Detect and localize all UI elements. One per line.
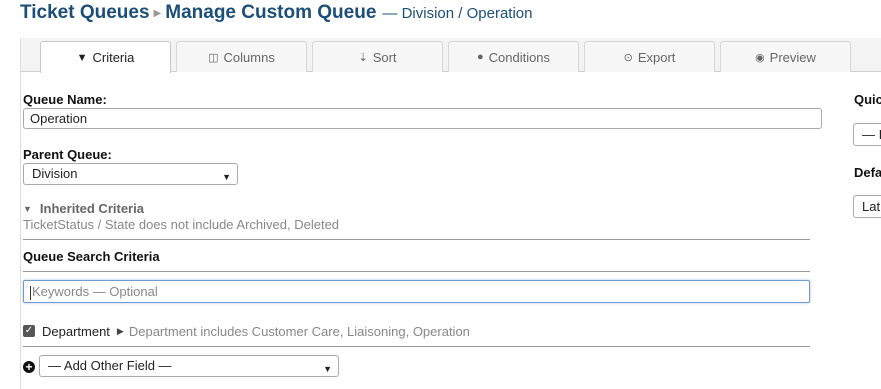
tab-preview-label: Preview <box>769 49 816 65</box>
collapse-triangle-icon: ▼ <box>23 204 32 214</box>
add-other-field-select[interactable]: — Add Other Field — ▼ <box>39 355 339 377</box>
department-label: Department <box>42 323 110 339</box>
download-circle-icon: ⊙ <box>623 51 633 64</box>
department-criterion-row: ✓ Department ▶ Department includes Custo… <box>23 323 470 339</box>
tab-conditions-label: Conditions <box>488 49 551 65</box>
tab-export-label: Export <box>637 49 676 65</box>
page-title: Manage Custom Queue <box>165 2 377 23</box>
select-arrow-icon: ▼ <box>323 364 332 374</box>
parent-queue-label: Parent Queue: <box>23 147 112 162</box>
filter-icon: ▼ <box>76 51 88 64</box>
tab-columns-label: Columns <box>223 49 275 65</box>
breadcrumb-separator-icon: ▶ <box>153 8 162 19</box>
inherited-criteria-title: Inherited Criteria <box>39 201 144 216</box>
tab-sort-label: Sort <box>372 49 397 65</box>
default-select[interactable]: Lat <box>853 195 881 218</box>
divider <box>23 239 810 240</box>
text-cursor <box>30 285 31 300</box>
page-subtitle: — Division / Operation <box>382 5 533 22</box>
divider <box>23 346 810 347</box>
queue-name-label: Queue Name: <box>23 92 107 107</box>
tab-criteria[interactable]: ▼ Criteria <box>40 41 171 73</box>
tab-export[interactable]: ⊙ Export <box>584 41 715 72</box>
queue-search-criteria-heading: Queue Search Criteria <box>23 249 160 264</box>
tab-sort[interactable]: ⇣ Sort <box>312 41 443 72</box>
divider <box>23 271 810 272</box>
add-other-field-value: — Add Other Field — <box>48 358 172 373</box>
sort-icon: ⇣ <box>358 51 368 64</box>
tab-bar: ▼ Criteria ◫ Columns ⇣ Sort ● Conditions… <box>21 38 881 73</box>
parent-queue-select[interactable]: Division ▼ <box>23 163 238 185</box>
expand-triangle-icon[interactable]: ▶ <box>117 326 124 337</box>
default-label: Defa <box>854 165 881 180</box>
queue-name-input[interactable]: Operation <box>23 108 822 129</box>
quick-label: Quic <box>854 92 881 107</box>
tab-criteria-label: Criteria <box>92 50 135 65</box>
department-checkbox[interactable]: ✓ <box>23 325 35 337</box>
eye-icon: ◉ <box>755 51 765 64</box>
breadcrumb-ticket-queues-link[interactable]: Ticket Queues <box>20 2 150 24</box>
parent-queue-value: Division <box>32 166 78 181</box>
department-criterion-summary[interactable]: Department includes Customer Care, Liais… <box>129 324 470 339</box>
columns-icon: ◫ <box>208 51 219 64</box>
keywords-input[interactable]: Keywords — Optional <box>23 280 810 303</box>
exclamation-circle-icon: ● <box>476 51 484 63</box>
tab-preview[interactable]: ◉ Preview <box>720 41 851 72</box>
inherited-criteria-toggle[interactable]: ▼ Inherited Criteria <box>23 201 144 216</box>
breadcrumb: Ticket Queues ▶ Manage Custom Queue — Di… <box>20 2 532 28</box>
quick-select[interactable]: — I <box>853 123 881 146</box>
select-arrow-icon: ▼ <box>222 172 231 182</box>
inherited-criteria-text: TicketStatus / State does not include Ar… <box>23 217 340 232</box>
tab-columns[interactable]: ◫ Columns <box>176 41 307 72</box>
plus-circle-icon[interactable]: + <box>23 361 35 373</box>
tab-conditions[interactable]: ● Conditions <box>448 41 579 72</box>
keywords-placeholder: Keywords — Optional <box>32 284 158 299</box>
